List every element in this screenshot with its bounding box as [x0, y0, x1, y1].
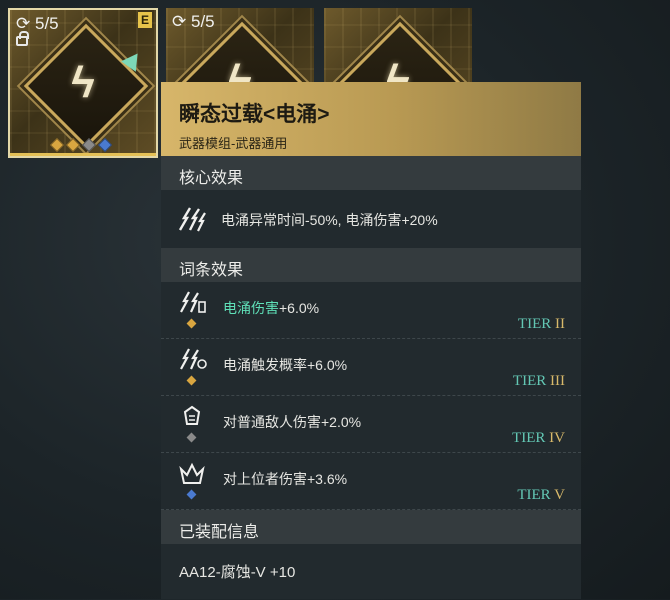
affix-text: +6.0% [279, 300, 320, 316]
gem-icon [81, 137, 97, 153]
core-effect-header: 核心效果 [161, 156, 581, 190]
tier-label: TIER III [512, 373, 565, 389]
module-subtitle: 武器模组-武器通用 [179, 136, 288, 151]
lightning-icon [178, 207, 206, 232]
gem-icon [49, 137, 65, 153]
module-card-selected[interactable]: ⟳ 5/5 E ϟ [8, 8, 158, 158]
affix-gems [49, 137, 113, 153]
core-effect-text: 电涌异常时间-50%, 电涌伤害+20% [221, 212, 438, 228]
enemy-damage-icon [183, 405, 201, 425]
equipped-badge: E [138, 12, 152, 28]
equipped-weapon: AA12-腐蚀-V +10 [179, 564, 296, 581]
affix-text: 对上位者伤害+3.6% [223, 471, 348, 487]
tier-label: TIER II [517, 316, 565, 332]
affix-effect-header: 词条效果 [161, 248, 581, 282]
refresh-icon: ⟳ [172, 12, 187, 31]
affix-row: 对普通敌人伤害+2.0% TIER IV [161, 396, 581, 453]
lock-icon[interactable] [16, 31, 29, 46]
module-detail-panel: 瞬态过载<电涌> 武器模组-武器通用 核心效果 电涌异常时间-50%, 电涌伤害… [161, 82, 581, 599]
tier-label: TIER IV [512, 430, 565, 446]
refresh-counter: ⟳ 5/5 [172, 12, 215, 31]
tier-label: TIER V [517, 487, 565, 503]
lightning-affix-icon [180, 348, 207, 370]
selected-indicator [10, 153, 156, 156]
equip-info-row: AA12-腐蚀-V +10 [161, 544, 581, 600]
affix-row: 电涌伤害+6.0% TIER II [161, 282, 581, 339]
affix-row: 电涌触发概率+6.0% TIER III [161, 339, 581, 396]
affix-highlight: 电涌伤害 [223, 300, 279, 316]
affix-text: 对普通敌人伤害+2.0% [223, 414, 362, 430]
gem-icon [65, 137, 81, 153]
gem-icon [186, 318, 197, 329]
equip-info-header: 已装配信息 [161, 510, 581, 544]
core-effect-row: 电涌异常时间-50%, 电涌伤害+20% [161, 190, 581, 248]
gem-icon [186, 375, 197, 386]
lightning-affix-icon [180, 291, 206, 313]
elite-damage-icon [179, 462, 205, 484]
affix-row: 对上位者伤害+3.6% TIER V [161, 453, 581, 510]
gem-icon [186, 489, 197, 500]
module-title: 瞬态过载<电涌> [179, 103, 330, 126]
affix-text: 电涌触发概率+6.0% [223, 357, 348, 373]
panel-header: 瞬态过载<电涌> 武器模组-武器通用 [161, 82, 581, 156]
gem-icon [186, 432, 197, 443]
gem-icon [97, 137, 113, 153]
